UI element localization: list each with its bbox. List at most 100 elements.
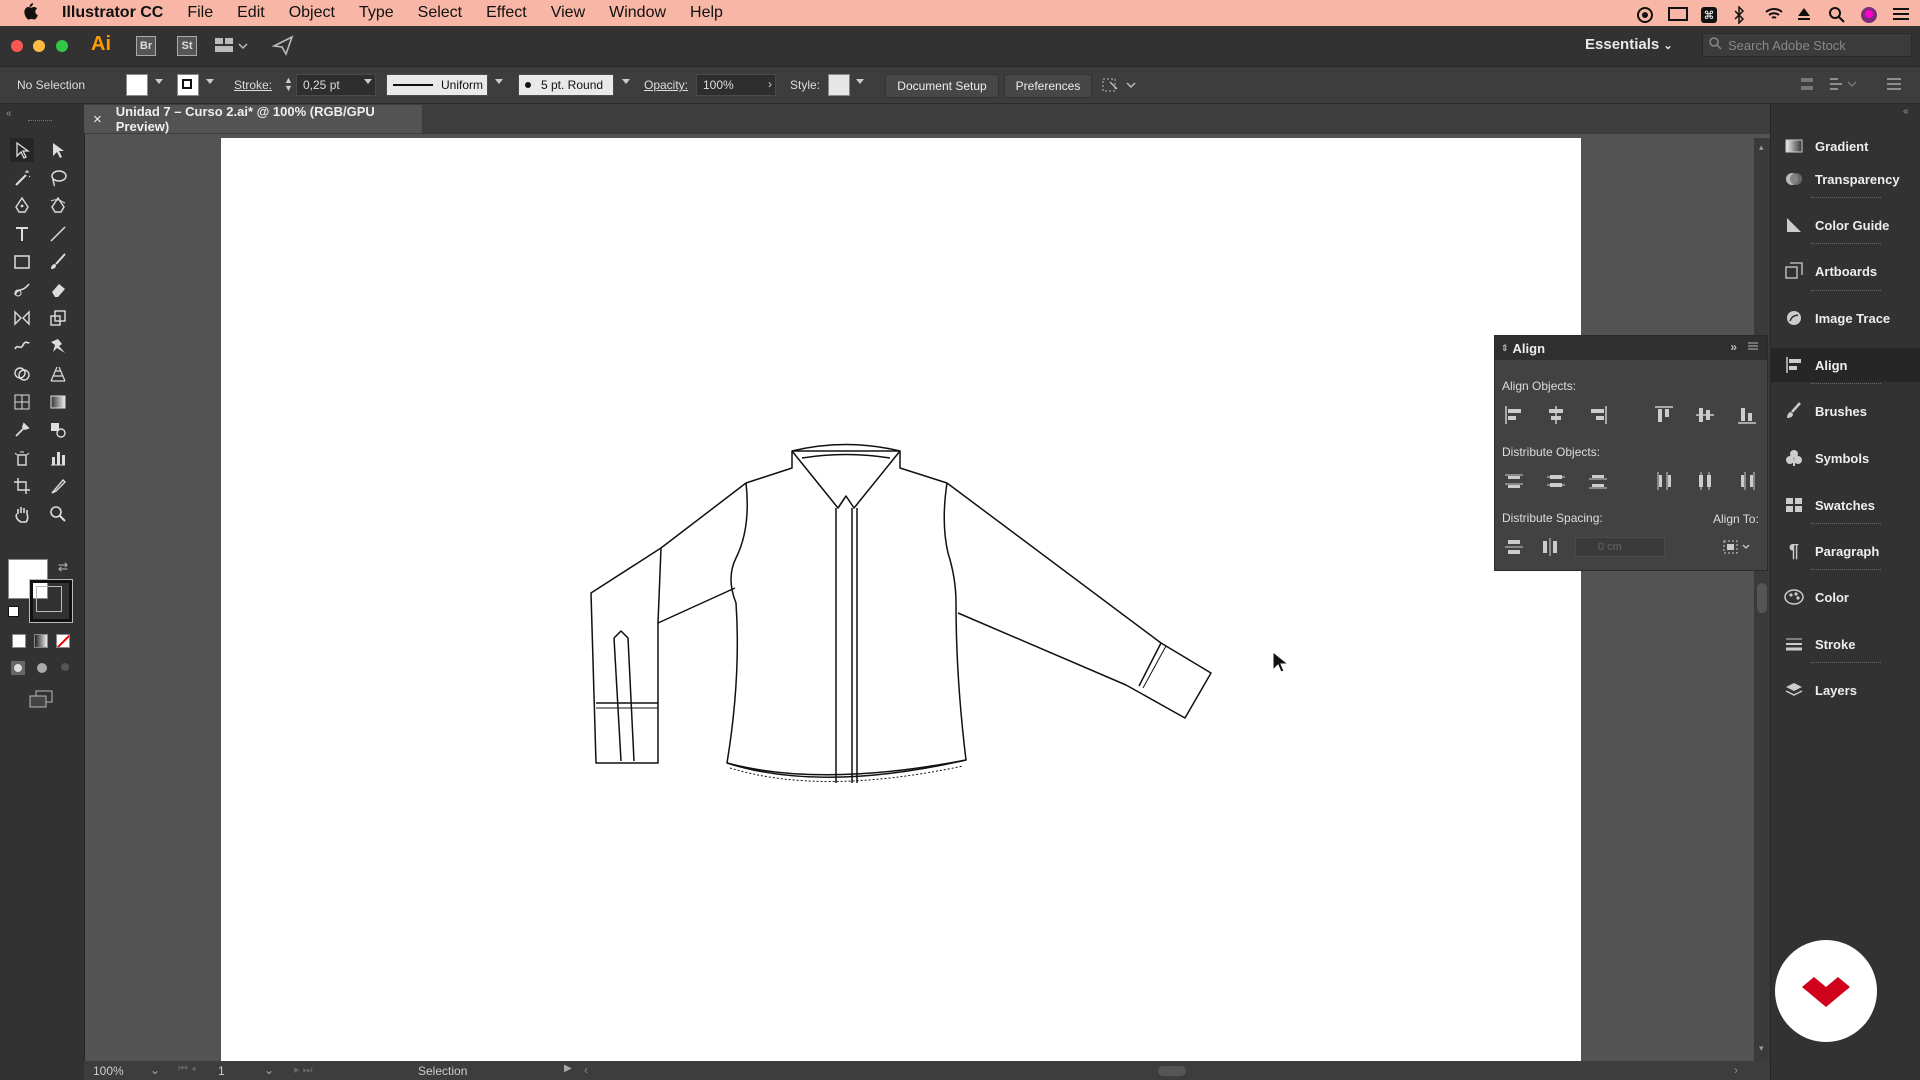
stroke-color-swatch[interactable] xyxy=(29,579,73,623)
vertical-align-top-icon[interactable] xyxy=(1653,404,1675,426)
control-menu-icon[interactable] xyxy=(1886,76,1902,95)
dock-item-brushes[interactable]: Brushes xyxy=(1771,394,1920,428)
menu-object[interactable]: Object xyxy=(277,4,347,22)
zoom-window-icon[interactable] xyxy=(56,40,68,52)
selection-tool-icon[interactable] xyxy=(10,138,34,162)
dock-item-gradient[interactable]: Gradient xyxy=(1771,129,1920,163)
panel-menu-icon[interactable] xyxy=(1747,340,1759,355)
symbol-sprayer-tool-icon[interactable] xyxy=(10,446,34,470)
dock-grip[interactable] xyxy=(1811,197,1881,201)
chevron-right-icon[interactable]: › xyxy=(768,77,772,91)
column-graph-tool-icon[interactable] xyxy=(46,446,70,470)
dock-item-stroke[interactable]: Stroke xyxy=(1771,627,1920,661)
horizontal-scroll-thumb[interactable] xyxy=(1158,1066,1186,1076)
scroll-up-icon[interactable]: ▴ xyxy=(1759,142,1764,153)
select-similar-icon[interactable] xyxy=(1102,76,1138,97)
scale-tool-icon[interactable] xyxy=(46,306,70,330)
menu-effect[interactable]: Effect xyxy=(474,4,539,22)
brush-definition[interactable]: 5 pt. Round xyxy=(518,74,614,96)
shaper-tool-icon[interactable] xyxy=(10,278,34,302)
vertical-align-center-icon[interactable] xyxy=(1694,404,1716,426)
collapse-dock-icon[interactable]: « xyxy=(1903,106,1909,117)
user-avatar-icon[interactable] xyxy=(1860,6,1878,23)
scroll-left-icon[interactable]: ‹ xyxy=(584,1063,588,1077)
dock-item-image-trace[interactable]: Image Trace xyxy=(1771,301,1920,335)
vertical-distribute-space-icon[interactable] xyxy=(1503,536,1525,558)
send-feedback-icon[interactable] xyxy=(271,34,294,59)
dock-item-paragraph[interactable]: ¶ Paragraph xyxy=(1771,534,1920,568)
dock-item-align[interactable]: Align xyxy=(1771,348,1920,382)
align-to-icon[interactable] xyxy=(1800,76,1814,95)
shape-builder-tool-icon[interactable] xyxy=(10,362,34,386)
change-screen-mode-icon[interactable] xyxy=(28,690,54,711)
graphic-style-swatch[interactable] xyxy=(828,74,850,96)
puppet-warp-tool-icon[interactable] xyxy=(46,334,70,358)
collapse-panel-icon[interactable]: » xyxy=(1730,340,1737,354)
next-artboard-icon[interactable]: ▸ ⏭ xyxy=(294,1063,312,1077)
stock-search-input[interactable]: Search Adobe Stock xyxy=(1702,33,1912,57)
dock-item-artboards[interactable]: Artboards xyxy=(1771,254,1920,288)
vertical-distribute-top-icon[interactable] xyxy=(1503,470,1525,492)
align-to-selection-icon[interactable] xyxy=(1721,536,1755,558)
close-tab-icon[interactable]: × xyxy=(93,111,102,128)
bridge-button[interactable]: Br xyxy=(136,36,156,56)
record-icon[interactable] xyxy=(1636,6,1654,23)
dock-item-color[interactable]: Color xyxy=(1771,580,1920,614)
gradient-mode-icon[interactable] xyxy=(34,634,48,648)
gradient-tool-icon[interactable] xyxy=(46,390,70,414)
vertical-scrollbar[interactable]: ▴ ▾ xyxy=(1754,138,1770,1061)
workspace-switcher[interactable]: Essentials ⌄ xyxy=(1585,36,1673,53)
dock-grip[interactable] xyxy=(1811,662,1881,666)
status-menu-icon[interactable]: ▶ xyxy=(564,1063,572,1074)
opacity-label[interactable]: Opacity: xyxy=(644,78,688,92)
artboard[interactable] xyxy=(221,138,1581,1061)
stroke-stepper-icon[interactable]: ▲ ▼ xyxy=(284,76,293,93)
brush-dropdown-icon[interactable] xyxy=(622,79,630,84)
dock-grip[interactable] xyxy=(1811,569,1881,573)
paintbrush-tool-icon[interactable] xyxy=(46,250,70,274)
transform-icon[interactable] xyxy=(1828,76,1858,95)
app-menu[interactable]: Illustrator CC xyxy=(50,4,175,22)
scroll-down-icon[interactable]: ▾ xyxy=(1759,1043,1764,1054)
horizontal-align-right-icon[interactable] xyxy=(1587,404,1609,426)
draw-inside-icon[interactable] xyxy=(58,660,72,677)
scroll-thumb[interactable] xyxy=(1757,583,1767,613)
tools-grip[interactable] xyxy=(28,120,52,124)
pen-tool-icon[interactable] xyxy=(10,194,34,218)
arrange-documents-icon[interactable] xyxy=(214,36,248,57)
curvature-tool-icon[interactable] xyxy=(46,194,70,218)
artboard-number[interactable]: 1 xyxy=(218,1064,225,1078)
artboard-dropdown-icon[interactable]: ⌄ xyxy=(264,1063,274,1077)
horizontal-align-center-icon[interactable] xyxy=(1545,404,1567,426)
wifi-icon[interactable] xyxy=(1764,6,1783,20)
horizontal-align-left-icon[interactable] xyxy=(1503,404,1525,426)
collapse-tools-icon[interactable]: « xyxy=(6,108,12,119)
preferences-button[interactable]: Preferences xyxy=(1004,74,1092,98)
screen-icon[interactable] xyxy=(1668,6,1688,21)
eyedropper-tool-icon[interactable] xyxy=(10,418,34,442)
mesh-tool-icon[interactable] xyxy=(10,390,34,414)
menu-help[interactable]: Help xyxy=(678,4,735,22)
menu-select[interactable]: Select xyxy=(406,4,474,22)
line-segment-tool-icon[interactable] xyxy=(46,222,70,246)
dock-item-symbols[interactable]: Symbols xyxy=(1771,441,1920,475)
menu-file[interactable]: File xyxy=(175,4,225,22)
vertical-align-bottom-icon[interactable] xyxy=(1736,404,1758,426)
dock-grip[interactable] xyxy=(1811,383,1881,387)
command-icon[interactable]: ⌘ xyxy=(1700,6,1718,23)
eraser-tool-icon[interactable] xyxy=(46,278,70,302)
document-tab[interactable]: × Unidad 7 – Curso 2.ai* @ 100% (RGB/GPU… xyxy=(84,104,422,134)
document-setup-button[interactable]: Document Setup xyxy=(885,74,999,98)
color-mode-icon[interactable] xyxy=(12,634,26,648)
warp-tool-icon[interactable] xyxy=(10,334,34,358)
swap-fill-stroke-icon[interactable]: ⇄ xyxy=(58,560,68,574)
rectangle-tool-icon[interactable] xyxy=(10,250,34,274)
fill-swatch[interactable] xyxy=(126,74,148,96)
artboard-tool-icon[interactable] xyxy=(10,474,34,498)
horizontal-distribute-left-icon[interactable] xyxy=(1653,470,1675,492)
dock-grip[interactable] xyxy=(1811,290,1881,294)
draw-behind-icon[interactable] xyxy=(34,660,50,679)
horizontal-distribute-right-icon[interactable] xyxy=(1736,470,1758,492)
stroke-swatch[interactable] xyxy=(177,74,199,96)
menu-edit[interactable]: Edit xyxy=(225,4,277,22)
